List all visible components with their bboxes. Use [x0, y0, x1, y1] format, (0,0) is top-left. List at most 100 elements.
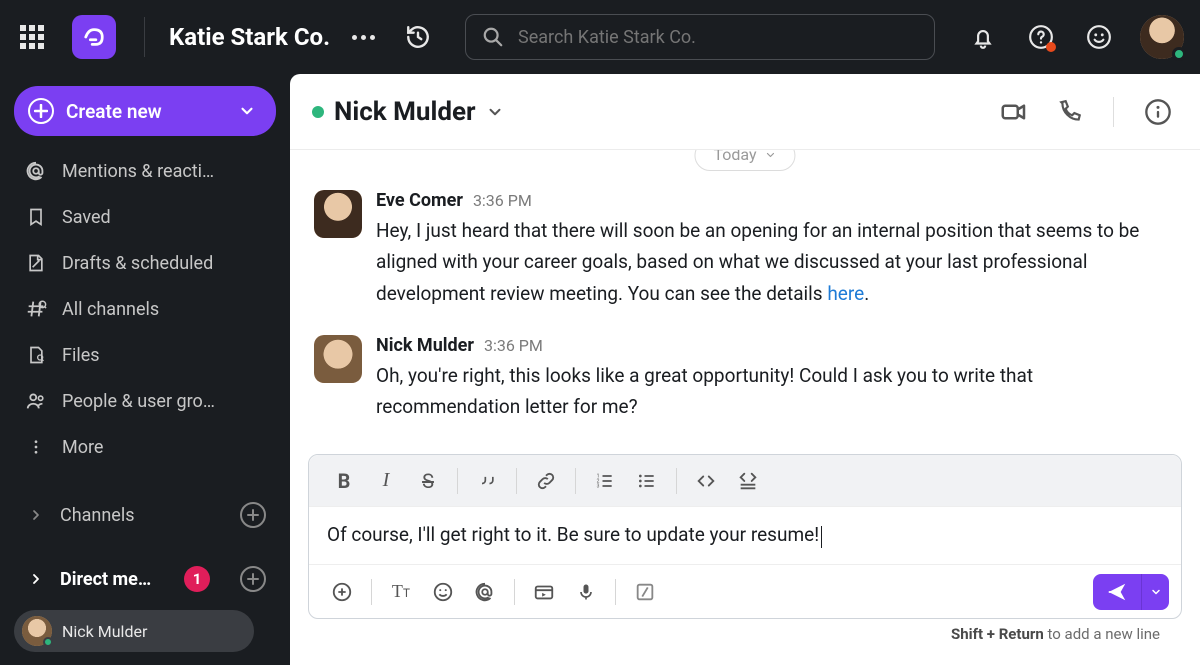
- composer-toolbar: B I S 123: [309, 455, 1181, 507]
- composer-text: Of course, I'll get right to it. Be sure…: [327, 523, 819, 546]
- emoji-picker-button[interactable]: [422, 572, 464, 612]
- composer-input[interactable]: Of course, I'll get right to it. Be sure…: [309, 507, 1181, 564]
- chevron-down-icon: [238, 102, 256, 120]
- message-avatar[interactable]: [314, 190, 362, 238]
- toggle-formatting-button[interactable]: TT: [380, 572, 422, 612]
- send-icon: [1106, 581, 1128, 603]
- apps-grid-icon: [20, 25, 44, 49]
- all-channels-icon: [24, 298, 48, 320]
- slash-box-icon: [634, 581, 656, 603]
- history-icon: [405, 24, 431, 50]
- bulleted-list-button[interactable]: [626, 461, 668, 501]
- code-block-button[interactable]: [727, 461, 769, 501]
- strikethrough-button[interactable]: S: [407, 461, 449, 501]
- sidebar-item-label: All channels: [62, 299, 266, 320]
- voice-call-button[interactable]: [1057, 99, 1083, 125]
- message-author[interactable]: Eve Comer: [376, 190, 463, 211]
- video-clip-icon: [533, 581, 555, 603]
- message-avatar[interactable]: [314, 335, 362, 383]
- divider: [615, 579, 616, 605]
- add-attachment-button[interactable]: [321, 572, 363, 612]
- sidebar-item-files[interactable]: Files: [14, 334, 276, 376]
- sidebar-item-label: Drafts & scheduled: [62, 253, 266, 274]
- chevron-down-icon: [765, 150, 777, 161]
- chat-header: Nick Mulder: [290, 74, 1200, 150]
- unread-badge: 1: [184, 566, 210, 592]
- bookmark-icon: [24, 207, 48, 227]
- dm-avatar: [22, 616, 52, 646]
- blockquote-button[interactable]: [466, 461, 508, 501]
- message-author[interactable]: Nick Mulder: [376, 335, 474, 356]
- history-button[interactable]: [401, 20, 435, 54]
- sidebar-item-drafts[interactable]: Drafts & scheduled: [14, 242, 276, 284]
- sidebar-item-saved[interactable]: Saved: [14, 196, 276, 238]
- workspace-name[interactable]: Katie Stark Co.: [169, 23, 330, 51]
- user-avatar[interactable]: [1140, 15, 1184, 59]
- apps-grid-button[interactable]: [16, 21, 48, 53]
- divider: [457, 468, 458, 494]
- divider: [676, 468, 677, 494]
- video-call-button[interactable]: [999, 97, 1029, 127]
- notifications-button[interactable]: [966, 20, 1000, 54]
- link-button[interactable]: [525, 461, 567, 501]
- sidebar-item-people[interactable]: People & user gro…: [14, 380, 276, 422]
- italic-button[interactable]: I: [365, 461, 407, 501]
- ordered-list-button[interactable]: 123: [584, 461, 626, 501]
- send-button[interactable]: [1093, 574, 1141, 610]
- record-audio-button[interactable]: [565, 572, 607, 612]
- chat-header-name[interactable]: Nick Mulder: [334, 97, 476, 127]
- quote-icon: [477, 471, 497, 491]
- people-icon: [24, 390, 48, 412]
- sidebar-item-all-channels[interactable]: All channels: [14, 288, 276, 330]
- message-link[interactable]: here: [827, 282, 864, 305]
- divider: [1113, 97, 1114, 127]
- mention-button[interactable]: [464, 572, 506, 612]
- chevron-down-icon: [1150, 586, 1162, 598]
- create-new-button[interactable]: Create new: [14, 86, 276, 136]
- sidebar-item-mentions[interactable]: Mentions & reacti…: [14, 150, 276, 192]
- emoji-button[interactable]: [1082, 20, 1116, 54]
- sidebar-item-label: Mentions & reacti…: [62, 161, 266, 182]
- chevron-right-icon: [24, 571, 48, 587]
- code-block-icon: [737, 470, 759, 492]
- composer-bottom-toolbar: TT: [309, 564, 1181, 618]
- shortcuts-button[interactable]: [624, 572, 666, 612]
- bold-button[interactable]: B: [323, 461, 365, 501]
- sidebar-section-direct-messages[interactable]: Direct me… 1: [14, 558, 276, 600]
- composer-hint: Shift + Return to add a new line: [308, 619, 1182, 653]
- chevron-down-icon[interactable]: [486, 103, 504, 121]
- message-time: 3:36 PM: [473, 191, 532, 210]
- send-options-button[interactable]: [1141, 574, 1169, 610]
- record-video-button[interactable]: [523, 572, 565, 612]
- divider: [575, 468, 576, 494]
- sidebar-item-label: Files: [62, 345, 266, 366]
- sidebar-item-more[interactable]: More: [14, 426, 276, 468]
- help-button[interactable]: [1024, 20, 1058, 54]
- at-icon: [24, 160, 48, 182]
- divider: [514, 579, 515, 605]
- chevron-right-icon: [24, 507, 48, 523]
- code-button[interactable]: [685, 461, 727, 501]
- draft-icon: [24, 253, 48, 273]
- date-separator[interactable]: Today: [694, 150, 795, 171]
- sidebar: Create new Mentions & reacti… Saved Draf…: [0, 74, 290, 665]
- search-field[interactable]: [465, 14, 935, 60]
- bell-icon: [970, 24, 996, 50]
- mic-icon: [576, 582, 596, 602]
- search-input[interactable]: [518, 27, 918, 48]
- add-channel-button[interactable]: [240, 502, 266, 528]
- sidebar-item-label: Saved: [62, 207, 266, 228]
- message-body: Hey, I just heard that there will soon b…: [376, 215, 1176, 309]
- app-logo[interactable]: [72, 15, 116, 59]
- chat-info-button[interactable]: [1144, 98, 1172, 126]
- divider: [516, 468, 517, 494]
- sidebar-section-channels[interactable]: Channels: [14, 494, 276, 536]
- phone-icon: [1057, 99, 1083, 125]
- plus-circle-icon: [331, 581, 353, 603]
- add-dm-button[interactable]: [240, 566, 266, 592]
- plus-icon: [28, 98, 54, 124]
- workspace-more-button[interactable]: [352, 35, 375, 40]
- chat-body[interactable]: Today Eve Comer 3:36 PM Hey, I just hear…: [290, 150, 1200, 454]
- dm-item-nick-mulder[interactable]: Nick Mulder: [14, 610, 254, 652]
- message: Eve Comer 3:36 PM Hey, I just heard that…: [314, 190, 1176, 309]
